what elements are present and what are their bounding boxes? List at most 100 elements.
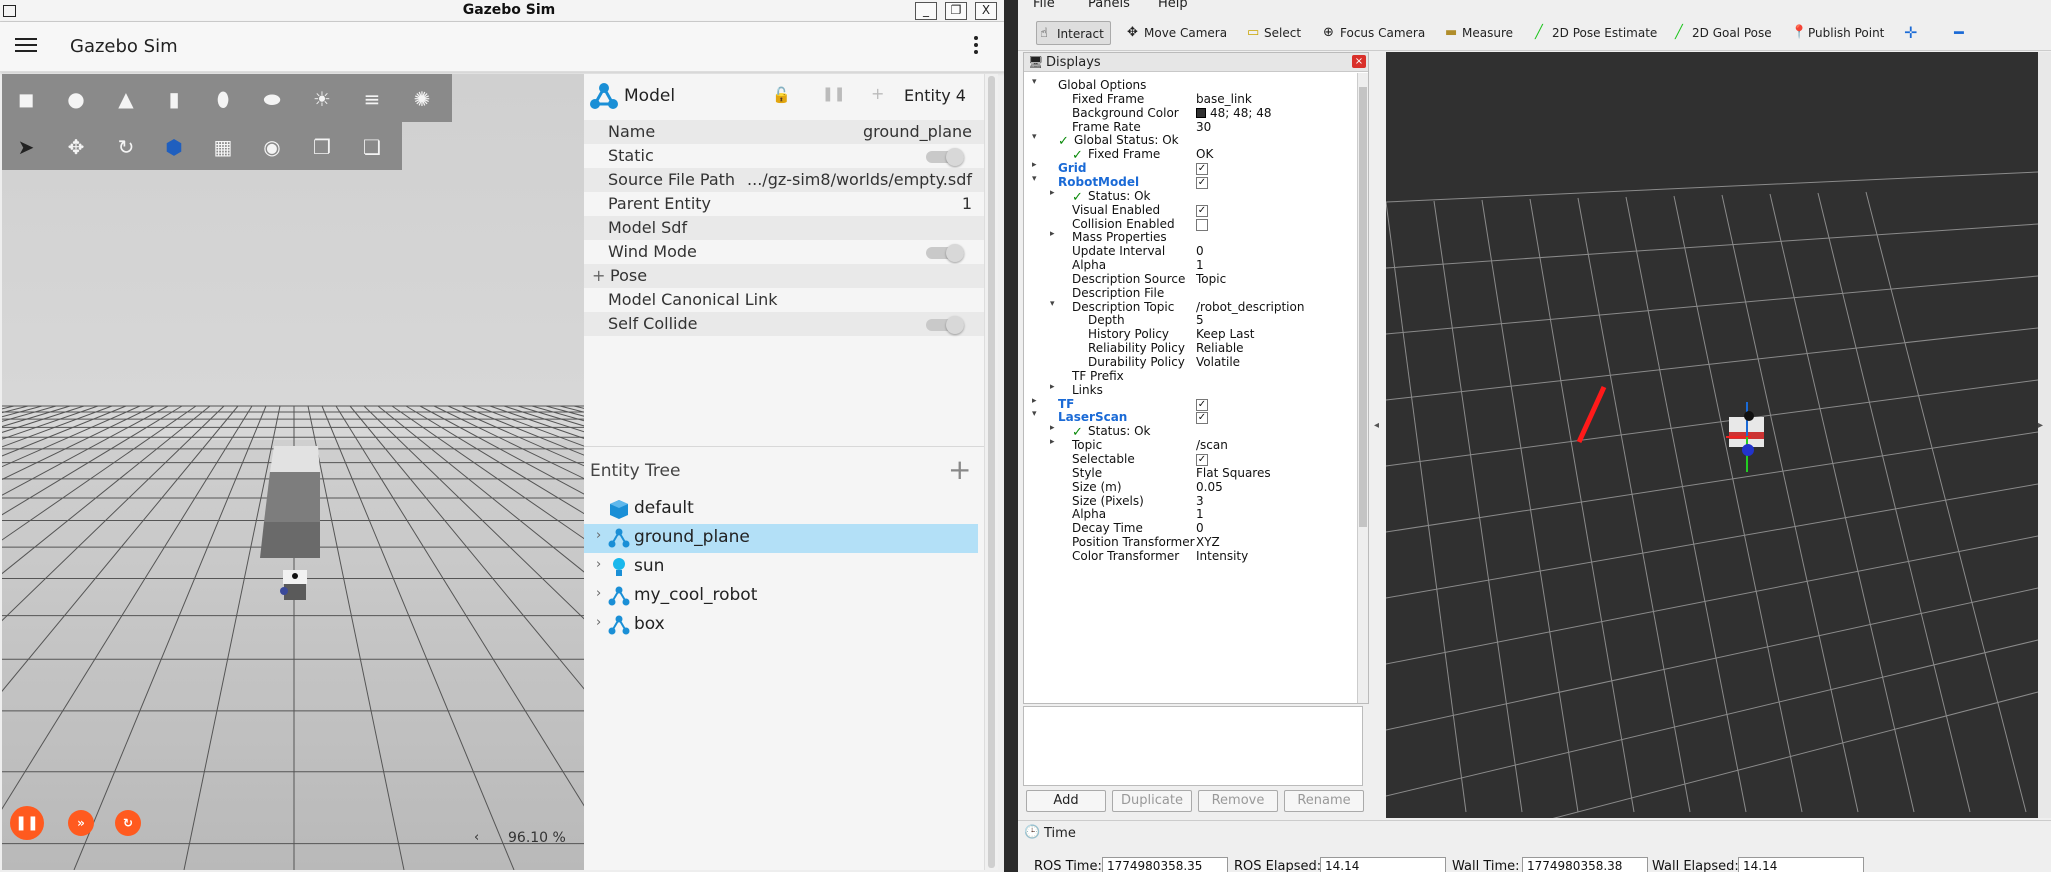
menu-help[interactable]: Help: [1158, 0, 1188, 11]
menu-panels[interactable]: Panels: [1088, 0, 1130, 11]
collapsed-arrow-icon[interactable]: ▸: [1050, 188, 1055, 198]
rviz-3d-viewport[interactable]: [1386, 52, 2038, 818]
robot-model: [1726, 402, 1764, 472]
collapse-left-icon[interactable]: ◂: [1369, 420, 1384, 450]
menu-file[interactable]: File: [1033, 0, 1055, 11]
minimize-button[interactable]: _: [915, 2, 937, 20]
row-key: Wind Mode: [608, 242, 697, 261]
duplicate-button[interactable]: Duplicate: [1112, 790, 1192, 812]
laser-scan-points: [1576, 385, 1607, 444]
sphere-icon[interactable]: ●: [62, 85, 90, 113]
chevron-right-icon[interactable]: ›: [596, 586, 601, 601]
tree-item-default[interactable]: default: [584, 495, 978, 524]
screenshot-icon[interactable]: ◉: [258, 133, 286, 161]
ros-time-field[interactable]: 1774980358.35: [1102, 857, 1228, 872]
maximize-button[interactable]: ❐: [945, 2, 967, 20]
tree-item-my-cool-robot[interactable]: › my_cool_robot: [584, 582, 978, 611]
remove-tool-icon[interactable]: ━: [1954, 21, 1964, 45]
tool-2d-pose-estimate[interactable]: ╱ 2D Pose Estimate: [1532, 21, 1657, 45]
grid-icon[interactable]: ▦: [209, 133, 237, 161]
copy-icon[interactable]: ❐: [308, 133, 336, 161]
tool-move-camera[interactable]: ✥ Move Camera: [1124, 21, 1227, 45]
ros-elapsed-field[interactable]: 14.14: [1320, 857, 1446, 872]
add-tool-icon[interactable]: ✛: [1904, 21, 1917, 45]
tool-2d-goal-pose[interactable]: ╱ 2D Goal Pose: [1672, 21, 1772, 45]
pause-icon[interactable]: ❚❚: [822, 86, 845, 102]
self-collide-toggle[interactable]: [926, 316, 964, 334]
tree-item-ground-plane[interactable]: › ground_plane: [584, 524, 978, 553]
row-key: Model Canonical Link: [608, 290, 778, 309]
expanded-arrow-icon[interactable]: ▾: [1032, 174, 1037, 184]
select-icon[interactable]: ➤: [12, 133, 40, 161]
box-icon[interactable]: ◼: [12, 85, 40, 113]
collapsed-arrow-icon[interactable]: ▸: [1050, 437, 1055, 447]
3d-scene-viewport[interactable]: [2, 74, 584, 870]
tree-item-box[interactable]: › box: [584, 611, 978, 640]
add-entity-icon[interactable]: +: [948, 453, 971, 486]
chevron-left-icon[interactable]: ‹: [474, 830, 479, 845]
collapsed-arrow-icon[interactable]: ▸: [1050, 229, 1055, 239]
entity-id: Entity 4: [904, 86, 966, 105]
capsule-icon[interactable]: ⬮: [209, 85, 237, 113]
spot-light-icon[interactable]: ≡: [358, 85, 386, 113]
add-icon[interactable]: +: [871, 84, 884, 103]
inspector-row-pose[interactable]: + Pose: [584, 264, 984, 288]
hamburger-menu-icon[interactable]: [15, 35, 37, 55]
wall-elapsed-field[interactable]: 14.14: [1738, 857, 1864, 872]
tool-label: Measure: [1462, 26, 1513, 40]
tool-interact[interactable]: ☝ Interact: [1036, 21, 1111, 45]
close-panel-icon[interactable]: ×: [1352, 55, 1366, 68]
collapsed-arrow-icon[interactable]: ▸: [1032, 160, 1037, 170]
directional-light-icon[interactable]: ☀: [308, 85, 336, 113]
tool-publish-point[interactable]: 📍 Publish Point: [1788, 21, 1884, 45]
row-key: Self Collide: [608, 314, 698, 333]
reset-button[interactable]: ↻: [115, 810, 141, 836]
tool-select[interactable]: ▭ Select: [1244, 21, 1301, 45]
expanded-arrow-icon[interactable]: ▾: [1032, 77, 1037, 87]
translate-icon[interactable]: ✥: [62, 133, 90, 161]
rotate-icon[interactable]: ↻: [112, 133, 140, 161]
tool-measure[interactable]: ▬ Measure: [1442, 21, 1513, 45]
tool-label: Publish Point: [1808, 26, 1885, 40]
more-options-icon[interactable]: [974, 36, 980, 57]
collapsed-arrow-icon[interactable]: ▸: [1032, 396, 1037, 406]
pose-estimate-icon: ╱: [1535, 25, 1543, 40]
tool-focus-camera[interactable]: ⊕ Focus Camera: [1320, 21, 1425, 45]
lock-icon[interactable]: 🔓: [772, 86, 791, 104]
cone-icon[interactable]: ▲: [112, 85, 140, 113]
collapse-right-icon[interactable]: ▸: [2038, 420, 2051, 450]
rviz-window: File Panels Help ☝ Interact ✥ Move Camera …: [1018, 0, 2051, 872]
expanded-arrow-icon[interactable]: ▾: [1032, 132, 1037, 142]
inspector-row-parent-entity: Parent Entity 1: [584, 192, 984, 216]
static-toggle[interactable]: [926, 148, 964, 166]
cylinder-icon[interactable]: ▮: [160, 85, 188, 113]
display-value[interactable]: Intensity: [1196, 549, 1248, 563]
wall-time-field[interactable]: 1774980358.38: [1522, 857, 1648, 872]
rename-button[interactable]: Rename: [1284, 790, 1364, 812]
gazebo-window: Gazebo Sim _ ❐ X Gazebo Sim ◼ ● ▲ ▮ ⬮ ⬬: [0, 0, 1018, 872]
collapsed-arrow-icon[interactable]: ▸: [1050, 382, 1055, 392]
add-button[interactable]: Add: [1026, 790, 1106, 812]
collapsed-arrow-icon[interactable]: ▸: [1050, 423, 1055, 433]
transform-icon[interactable]: ⬢: [160, 133, 188, 161]
chevron-right-icon[interactable]: ›: [596, 557, 601, 572]
pause-button[interactable]: ❚❚: [10, 806, 44, 840]
panel-scrollbar[interactable]: [984, 74, 998, 870]
wind-mode-toggle[interactable]: [926, 244, 964, 262]
chevron-right-icon[interactable]: ›: [596, 528, 601, 543]
remove-button[interactable]: Remove: [1198, 790, 1278, 812]
inspector-row-model-sdf[interactable]: Model Sdf: [584, 216, 984, 240]
expanded-arrow-icon[interactable]: ▾: [1050, 299, 1055, 309]
displays-scrollbar[interactable]: [1357, 73, 1368, 703]
ellipsoid-icon[interactable]: ⬬: [258, 85, 286, 113]
paste-icon[interactable]: ❏: [358, 133, 386, 161]
expanded-arrow-icon[interactable]: ▾: [1032, 409, 1037, 419]
point-light-icon[interactable]: ✺: [408, 85, 436, 113]
tree-item-sun[interactable]: › sun: [584, 553, 978, 582]
chevron-right-icon[interactable]: ›: [596, 615, 601, 630]
inspector-row-source-file: Source File Path .../gz-sim8/worlds/empt…: [584, 168, 984, 192]
expand-icon[interactable]: +: [592, 266, 605, 285]
display-row[interactable]: Color Transformer Intensity: [1024, 548, 1354, 566]
step-button[interactable]: »: [68, 810, 94, 836]
close-button[interactable]: X: [975, 2, 997, 20]
